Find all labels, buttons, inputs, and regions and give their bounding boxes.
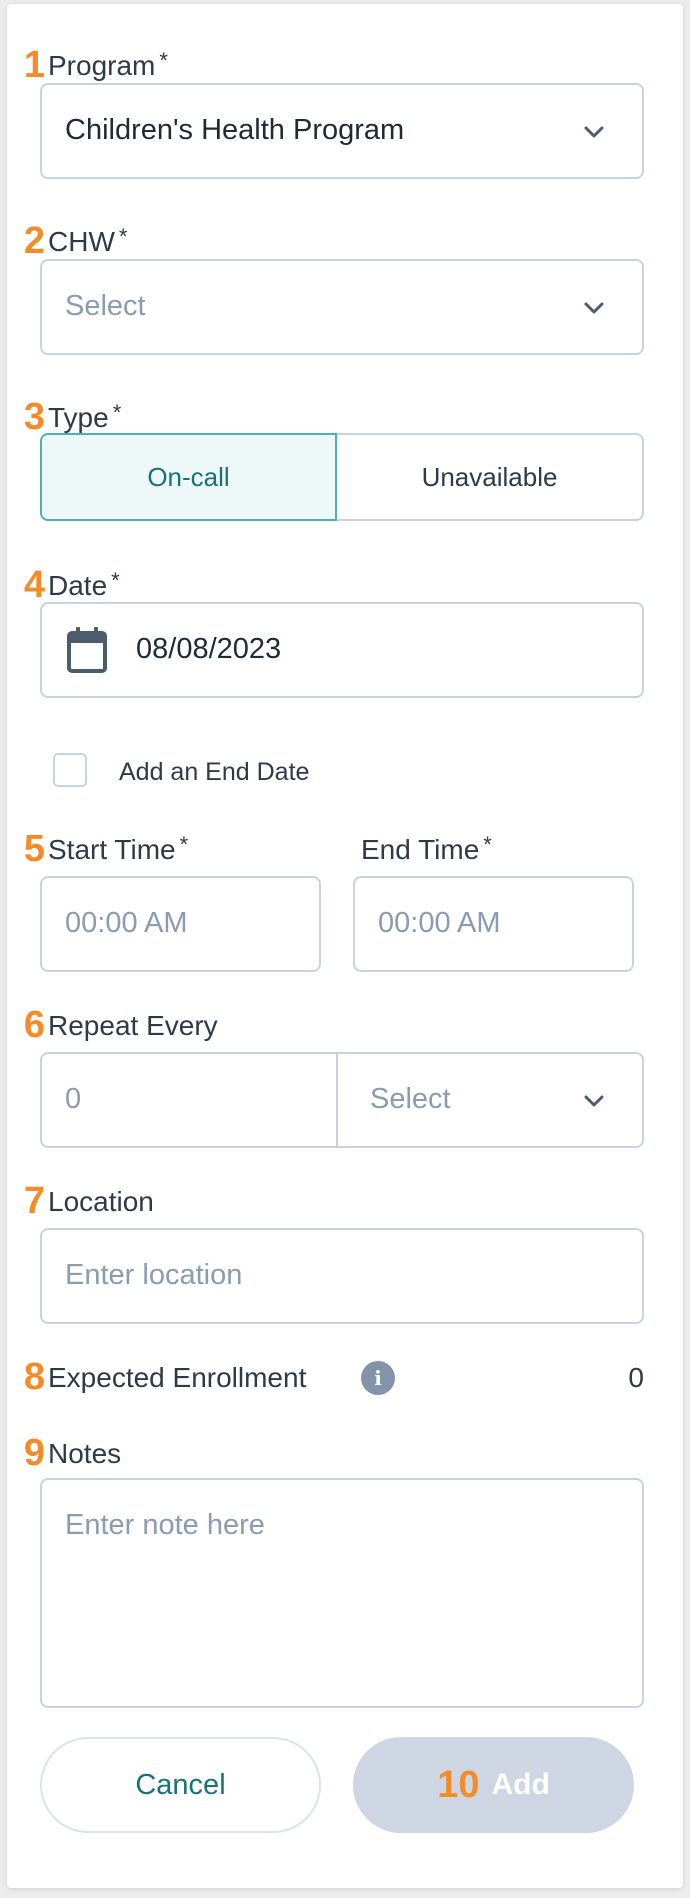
calendar-icon[interactable] — [66, 626, 108, 674]
step-number-8: 8 — [23, 1356, 45, 1398]
add-button[interactable]: 10 Add — [353, 1737, 634, 1833]
end-date-checkbox-label: Add an End Date — [119, 758, 310, 786]
chw-select[interactable]: Select — [40, 259, 644, 355]
step-number-6: 6 — [23, 1004, 45, 1046]
step-number-10: 10 — [437, 1763, 480, 1806]
cancel-button[interactable]: Cancel — [40, 1737, 321, 1833]
end-date-checkbox[interactable] — [53, 753, 87, 787]
step-number-5: 5 — [23, 828, 45, 870]
chw-label: CHW * — [48, 224, 128, 257]
step-number-3: 3 — [23, 396, 45, 438]
type-label: Type * — [48, 400, 122, 433]
location-label: Location — [48, 1186, 154, 1217]
repeat-label: Repeat Every — [48, 1010, 218, 1041]
notes-placeholder: Enter note here — [65, 1509, 265, 1541]
step-number-9: 9 — [23, 1432, 45, 1474]
notes-label: Notes — [48, 1438, 122, 1469]
location-placeholder: Enter location — [65, 1259, 243, 1291]
program-select[interactable]: Children's Health Program — [40, 83, 644, 179]
info-icon[interactable]: i — [361, 1361, 395, 1395]
step-number-4: 4 — [23, 564, 45, 606]
step-number-1: 1 — [23, 44, 45, 86]
date-value: 08/08/2023 — [136, 633, 282, 665]
chevron-down-icon — [584, 126, 604, 138]
chevron-down-icon — [584, 1095, 604, 1107]
type-option-unavailable-label: Unavailable — [421, 461, 558, 492]
add-button-label: Add — [491, 1768, 550, 1801]
type-option-on-call[interactable]: On-call — [40, 433, 337, 521]
schedule-form-card: 1 Program * Children's Health Program 2 C… — [7, 4, 683, 1888]
cancel-button-label: Cancel — [135, 1768, 226, 1801]
start-time-label: Start Time * — [48, 832, 189, 865]
chw-placeholder: Select — [65, 290, 146, 322]
type-option-on-call-label: On-call — [147, 461, 230, 492]
end-time-input[interactable]: 00:00 AM — [353, 876, 634, 972]
enrollment-value: 0 — [628, 1362, 644, 1393]
repeat-unit-select[interactable]: Select — [336, 1052, 644, 1148]
chevron-down-icon — [584, 302, 604, 314]
end-time-label: End Time * — [361, 832, 492, 865]
date-input[interactable]: 08/08/2023 — [40, 602, 644, 698]
info-icon-glyph: i — [374, 1366, 382, 1390]
type-option-unavailable[interactable]: Unavailable — [337, 433, 644, 521]
enrollment-label: Expected Enrollment — [48, 1362, 307, 1393]
end-time-placeholder: 00:00 AM — [378, 907, 501, 939]
program-label: Program * — [48, 48, 168, 81]
start-time-placeholder: 00:00 AM — [65, 907, 188, 939]
notes-textarea[interactable]: Enter note here — [40, 1478, 644, 1708]
program-value: Children's Health Program — [65, 114, 405, 146]
repeat-number-input[interactable]: 0 — [40, 1052, 338, 1148]
date-label: Date * — [48, 568, 120, 601]
step-number-7: 7 — [23, 1180, 45, 1222]
location-input[interactable]: Enter location — [40, 1228, 644, 1324]
step-number-2: 2 — [23, 220, 45, 262]
start-time-input[interactable]: 00:00 AM — [40, 876, 321, 972]
repeat-unit-placeholder: Select — [370, 1083, 451, 1115]
repeat-number-placeholder: 0 — [65, 1083, 82, 1115]
